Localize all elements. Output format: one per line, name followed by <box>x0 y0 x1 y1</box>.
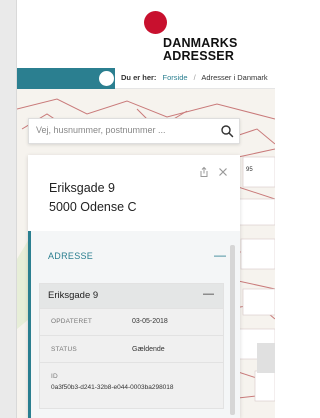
logo-dot <box>144 11 167 34</box>
field-row-updated: OPDATERET 03-05-2018 <box>40 308 223 335</box>
address-postal: 5000 Odense C <box>49 200 137 214</box>
field-value: 0a3f50b3-d241-32b8-e044-0003ba298018 <box>51 384 174 391</box>
search-icon[interactable] <box>220 124 234 138</box>
map-marker-label: 95 <box>246 167 253 173</box>
field-row-status: STATUS Gældende <box>40 335 223 362</box>
breadcrumb: Du er her: Forside / Adresser i Danmark <box>121 73 268 82</box>
address-panel: Eriksgade 9 5000 Odense C ADRESSE — Erik… <box>28 155 240 418</box>
close-icon[interactable] <box>217 166 229 178</box>
field-value: Gældende <box>132 346 165 353</box>
search-input[interactable] <box>36 125 211 135</box>
subcard-title: Eriksgade 9 <box>48 290 99 301</box>
search-box <box>28 118 240 144</box>
breadcrumb-link-home[interactable]: Forside <box>159 73 188 82</box>
logo-line2: ADRESSER <box>163 49 235 63</box>
address-section-header[interactable]: ADRESSE — <box>31 231 240 279</box>
field-label: OPDATERET <box>51 318 93 325</box>
share-icon[interactable] <box>198 166 210 178</box>
address-subcard: Eriksgade 9 — OPDATERET 03-05-2018 STATU… <box>39 283 224 409</box>
address-section: ADRESSE — Eriksgade 9 — OPDATERET 03-05-… <box>28 231 240 418</box>
app-window: DANMARKS ADRESSER Du er her: Forside / A… <box>0 0 275 418</box>
address-street: Eriksgade 9 <box>49 181 116 195</box>
subcard-header[interactable]: Eriksgade 9 — <box>40 284 223 308</box>
field-row-id: ID 0a3f50b3-d241-32b8-e044-0003ba298018 <box>40 362 223 408</box>
breadcrumb-prefix: Du er her: <box>121 73 157 82</box>
breadcrumb-separator: / <box>193 73 196 82</box>
breadcrumb-bar: Du er her: Forside / Adresser i Danmark <box>17 68 275 89</box>
field-label: ID <box>51 373 58 380</box>
address-section-label: ADRESSE <box>48 251 94 261</box>
panel-scrollbar[interactable] <box>230 245 235 415</box>
field-value: 03-05-2018 <box>132 318 168 325</box>
subcard-collapse-icon[interactable]: — <box>203 288 214 300</box>
left-edge-panel <box>0 0 17 418</box>
collapse-icon[interactable]: — <box>214 248 226 262</box>
logo[interactable]: DANMARKS ADRESSER <box>163 37 238 63</box>
panel-actions <box>198 166 229 178</box>
header: DANMARKS ADRESSER <box>17 0 275 68</box>
menu-toggle[interactable] <box>17 68 115 89</box>
breadcrumb-current: Adresser i Danmark <box>201 73 268 82</box>
panel-title: Eriksgade 9 5000 Odense C <box>49 179 137 217</box>
field-label: STATUS <box>51 346 77 353</box>
toggle-knob[interactable] <box>99 71 114 86</box>
